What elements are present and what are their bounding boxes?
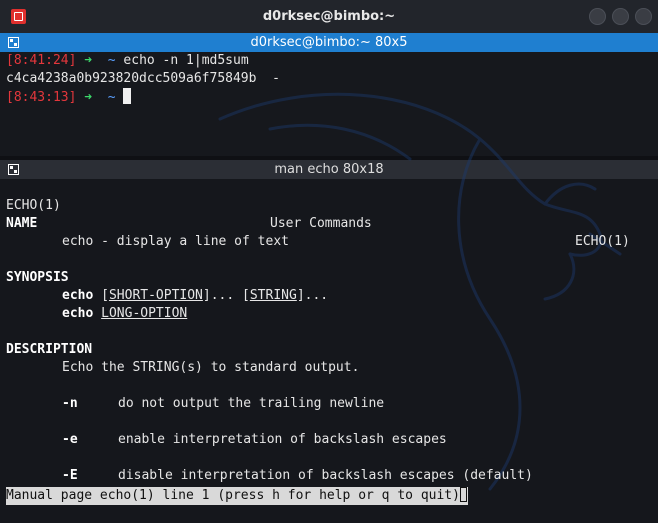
pane-bottom-header[interactable]: man echo 80x18 — [0, 160, 658, 179]
option-flag: -E — [62, 468, 78, 483]
prompt-timestamp: [8:41:24] — [6, 53, 77, 68]
synopsis-bracket: ]... — [296, 288, 329, 303]
option-flag: -n — [62, 396, 78, 411]
terminal-window: d0rksec@bimbo:~ d0rksec@bimbo:~ 80x5 [8:… — [0, 0, 658, 523]
prompt-directory: ~ — [107, 90, 116, 105]
window-title: d0rksec@bimbo:~ — [262, 9, 396, 24]
synopsis-line: echo [SHORT-OPTION]... [STRING]... — [62, 287, 328, 305]
close-button[interactable] — [635, 8, 652, 25]
synopsis-arg: SHORT-OPTION — [108, 288, 203, 303]
minimize-button[interactable] — [589, 8, 606, 25]
option-text: enable interpretation of backslash escap… — [118, 432, 447, 447]
prompt-line: [8:41:24] ➜ ~ echo -n 1|md5sum — [6, 52, 249, 70]
synopsis-arg: LONG-OPTION — [101, 306, 188, 321]
synopsis-command: echo — [62, 306, 94, 321]
terminal-app-icon[interactable] — [11, 9, 26, 24]
option-flag: -e — [62, 432, 78, 447]
pager-cursor — [459, 487, 467, 502]
prompt-arrow-icon: ➜ — [84, 90, 93, 105]
synopsis-bracket: [ — [101, 288, 109, 303]
command-text: echo -n 1|md5sum — [123, 53, 249, 68]
man-header-right: ECHO(1) — [575, 234, 630, 249]
terminal-pane-bottom[interactable]: ECHO(1) User Commands ECHO(1) NAME echo … — [0, 92, 658, 523]
section-heading-synopsis: SYNOPSIS — [6, 270, 69, 285]
terminal-pane-top[interactable]: [8:41:24] ➜ ~ echo -n 1|md5sum c4ca4238a… — [0, 52, 658, 156]
section-heading-name: NAME — [6, 216, 38, 231]
pager-status-text: Manual page echo(1) line 1 (press h for … — [6, 488, 460, 503]
text-cursor — [123, 88, 132, 104]
pane-bottom-title: man echo 80x18 — [274, 162, 384, 177]
prompt-arrow-icon: ➜ — [84, 53, 93, 68]
synopsis-line: echo LONG-OPTION — [62, 305, 187, 323]
option-text: disable interpretation of backslash esca… — [118, 468, 533, 483]
section-heading-description: DESCRIPTION — [6, 342, 93, 357]
title-bar[interactable]: d0rksec@bimbo:~ — [0, 0, 658, 33]
man-header-center: User Commands — [270, 216, 372, 231]
pager-status-bar: Manual page echo(1) line 1 (press h for … — [6, 487, 468, 505]
pane-top-header[interactable]: d0rksec@bimbo:~ 80x5 — [0, 33, 658, 52]
prompt-line: [8:43:13] ➜ ~ — [6, 88, 132, 106]
description-text: Echo the STRING(s) to standard output. — [62, 360, 360, 375]
command-output: c4ca4238a0b923820dcc509a6f75849b - — [6, 71, 280, 86]
name-text: echo - display a line of text — [62, 234, 289, 249]
prompt-directory: ~ — [107, 53, 116, 68]
split-layout-icon[interactable] — [8, 37, 19, 48]
man-header-left: ECHO(1) — [6, 198, 61, 213]
man-header: ECHO(1) User Commands ECHO(1) — [6, 179, 646, 249]
synopsis-arg: STRING — [249, 288, 297, 303]
window-controls — [589, 8, 652, 25]
synopsis-bracket: ]... [ — [202, 288, 250, 303]
split-layout-icon[interactable] — [8, 164, 19, 175]
pane-top-title: d0rksec@bimbo:~ 80x5 — [250, 35, 408, 50]
option-text: do not output the trailing newline — [118, 396, 385, 411]
synopsis-command: echo — [62, 288, 94, 303]
prompt-timestamp: [8:43:13] — [6, 90, 77, 105]
maximize-button[interactable] — [612, 8, 629, 25]
